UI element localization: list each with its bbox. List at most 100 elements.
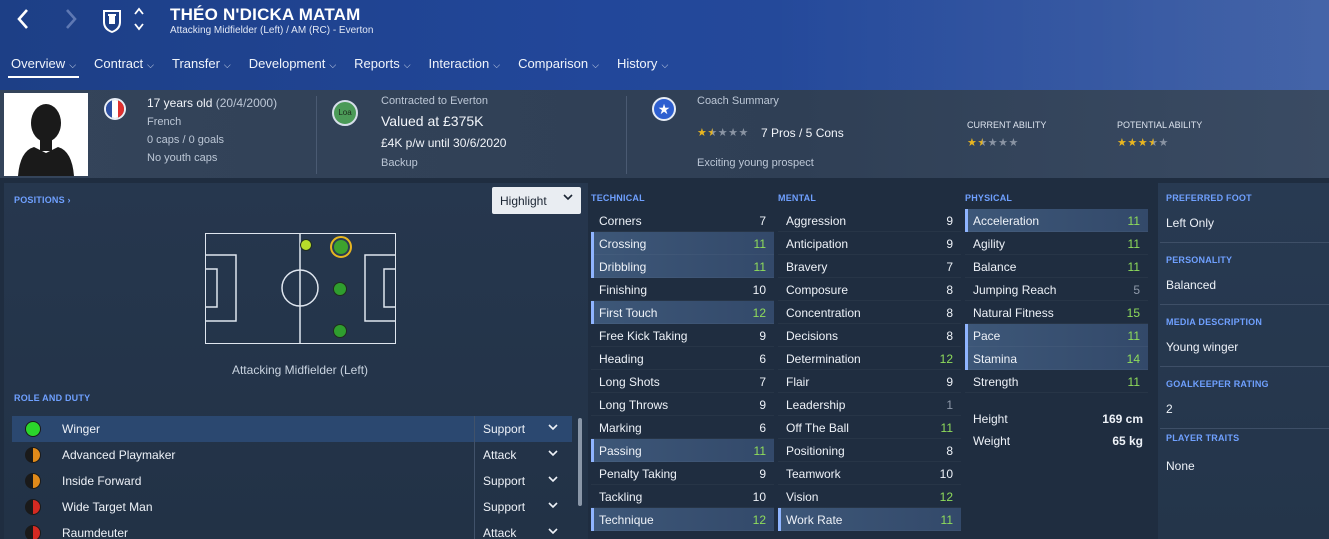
role-row-winger[interactable]: Winger Support <box>12 416 572 442</box>
attribute-value: 9 <box>759 467 766 481</box>
chevron-down-icon <box>548 475 558 486</box>
attribute-row[interactable]: Work Rate 11 <box>778 508 961 531</box>
chevron-down-icon <box>563 193 573 204</box>
menu-overview[interactable]: Overview ⌵ <box>4 56 83 80</box>
attribute-row[interactable]: Long Throws 9 <box>591 393 774 416</box>
highlight-dropdown[interactable]: Highlight <box>492 187 581 214</box>
attribute-row[interactable]: Dribbling 11 <box>591 255 774 278</box>
back-chevron-icon[interactable] <box>16 8 30 34</box>
attribute-value: 1 <box>946 398 953 412</box>
duty-dropdown[interactable]: Support <box>474 468 570 494</box>
attribute-row[interactable]: Passing 11 <box>591 439 774 462</box>
role-suitability-icon <box>25 499 41 515</box>
player-switch-icon[interactable] <box>133 6 145 38</box>
menu-contract[interactable]: Contract ⌵ <box>87 56 161 80</box>
attribute-row[interactable]: Bravery 7 <box>778 255 961 278</box>
menu-development[interactable]: Development ⌵ <box>242 56 343 80</box>
role-name: Advanced Playmaker <box>62 448 176 462</box>
attribute-row[interactable]: Penalty Taking 9 <box>591 462 774 485</box>
attribute-row[interactable]: Tackling 10 <box>591 485 774 508</box>
attribute-row[interactable]: Anticipation 9 <box>778 232 961 255</box>
star-icon: ★ <box>1117 137 1128 149</box>
position-marker-amc[interactable] <box>333 282 347 296</box>
attribute-name: Determination <box>786 352 861 366</box>
star-icon: ★ <box>728 127 739 139</box>
player-menu: Overview ⌵ Contract ⌵ Transfer ⌵ Developmen… <box>4 56 679 80</box>
attribute-row[interactable]: First Touch 12 <box>591 301 774 324</box>
attribute-value: 11 <box>1127 214 1140 228</box>
attribute-row[interactable]: Agility 11 <box>965 232 1148 255</box>
valuation-text: Valued at £375K <box>381 113 484 129</box>
position-marker-aml-natural[interactable] <box>330 236 352 258</box>
menu-interaction[interactable]: Interaction ⌵ <box>422 56 508 80</box>
age-text: 17 years old (20/4/2000) <box>147 96 278 110</box>
menu-comparison[interactable]: Comparison ⌵ <box>511 56 606 80</box>
pros-cons-text[interactable]: 7 Pros / 5 Cons <box>761 126 844 140</box>
attribute-row[interactable]: Technique 12 <box>591 508 774 531</box>
duty-dropdown[interactable]: Attack <box>474 520 570 539</box>
attribute-row[interactable]: Strength 11 <box>965 370 1148 393</box>
attribute-row[interactable]: Heading 6 <box>591 347 774 370</box>
attribute-row[interactable]: Acceleration 11 <box>965 209 1148 232</box>
attribute-name: Positioning <box>786 444 845 458</box>
goalkeeper-rating-value: 2 <box>1166 402 1173 416</box>
attribute-row[interactable]: Leadership 1 <box>778 393 961 416</box>
attribute-row[interactable]: Pace 11 <box>965 324 1148 347</box>
attribute-row[interactable]: Balance 11 <box>965 255 1148 278</box>
weight-value: 65 kg <box>1112 434 1143 448</box>
role-duty-label: ROLE AND DUTY <box>14 393 91 403</box>
role-suitability-icon <box>25 421 41 437</box>
attribute-row[interactable]: Stamina 14 <box>965 347 1148 370</box>
attribute-name: Work Rate <box>786 513 843 527</box>
menu-label: Reports <box>354 56 400 71</box>
menu-history[interactable]: History ⌵ <box>610 56 675 80</box>
attribute-row[interactable]: Finishing 10 <box>591 278 774 301</box>
attribute-row[interactable]: Flair 9 <box>778 370 961 393</box>
attribute-value: 12 <box>752 306 766 320</box>
star-icon: ★ <box>987 137 999 149</box>
attribute-row[interactable]: Decisions 8 <box>778 324 961 347</box>
attribute-value: 7 <box>759 214 766 228</box>
attribute-name: Bravery <box>786 260 828 274</box>
attribute-row[interactable]: Corners 7 <box>591 209 774 232</box>
physical-attributes: Acceleration 11 Agility 11 Balance 11 Jumping … <box>965 209 1148 393</box>
roles-scrollbar[interactable] <box>578 418 582 506</box>
attribute-row[interactable]: Concentration 8 <box>778 301 961 324</box>
attribute-row[interactable]: Natural Fitness 15 <box>965 301 1148 324</box>
attribute-row[interactable]: Jumping Reach 5 <box>965 278 1148 301</box>
attribute-name: Stamina <box>973 352 1018 366</box>
chevron-down-icon: ⌵ <box>329 60 337 70</box>
attribute-row[interactable]: Marking 6 <box>591 416 774 439</box>
attribute-row[interactable]: Positioning 8 <box>778 439 961 462</box>
attribute-row[interactable]: Composure 8 <box>778 278 961 301</box>
forward-chevron-icon[interactable] <box>64 8 78 34</box>
attribute-row[interactable]: Aggression 9 <box>778 209 961 232</box>
position-marker-amr[interactable] <box>333 324 347 338</box>
duty-dropdown[interactable]: Support <box>474 494 570 520</box>
attribute-row[interactable]: Crossing 11 <box>591 232 774 255</box>
menu-transfer[interactable]: Transfer ⌵ <box>165 56 238 80</box>
role-row-inside-forward[interactable]: Inside Forward Support <box>12 468 572 494</box>
attribute-name: Jumping Reach <box>973 283 1057 297</box>
attribute-row[interactable]: Long Shots 7 <box>591 370 774 393</box>
club-crest-icon[interactable] <box>100 8 124 34</box>
attribute-row[interactable]: Free Kick Taking 9 <box>591 324 774 347</box>
role-row-wide-target-man[interactable]: Wide Target Man Support <box>12 494 572 520</box>
duty-dropdown[interactable]: Support <box>474 416 570 442</box>
attribute-row[interactable]: Off The Ball 11 <box>778 416 961 439</box>
duty-dropdown[interactable]: Attack <box>474 442 570 468</box>
attribute-row[interactable]: Determination 12 <box>778 347 961 370</box>
player-avatar <box>4 93 88 176</box>
position-marker-ml[interactable] <box>300 239 312 251</box>
positions-link[interactable]: POSITIONS › <box>14 195 71 205</box>
attribute-row[interactable]: Vision 12 <box>778 485 961 508</box>
attribute-row[interactable]: Teamwork 10 <box>778 462 961 485</box>
role-row-raumdeuter[interactable]: Raumdeuter Attack <box>12 520 572 539</box>
menu-reports[interactable]: Reports ⌵ <box>347 56 417 80</box>
player-traits-label: PLAYER TRAITS <box>1166 433 1240 443</box>
attribute-value: 12 <box>939 352 953 366</box>
attribute-value: 11 <box>940 421 953 435</box>
role-row-advanced-playmaker[interactable]: Advanced Playmaker Attack <box>12 442 572 468</box>
attribute-name: Balance <box>973 260 1017 274</box>
star-icon: ★ <box>967 137 978 149</box>
